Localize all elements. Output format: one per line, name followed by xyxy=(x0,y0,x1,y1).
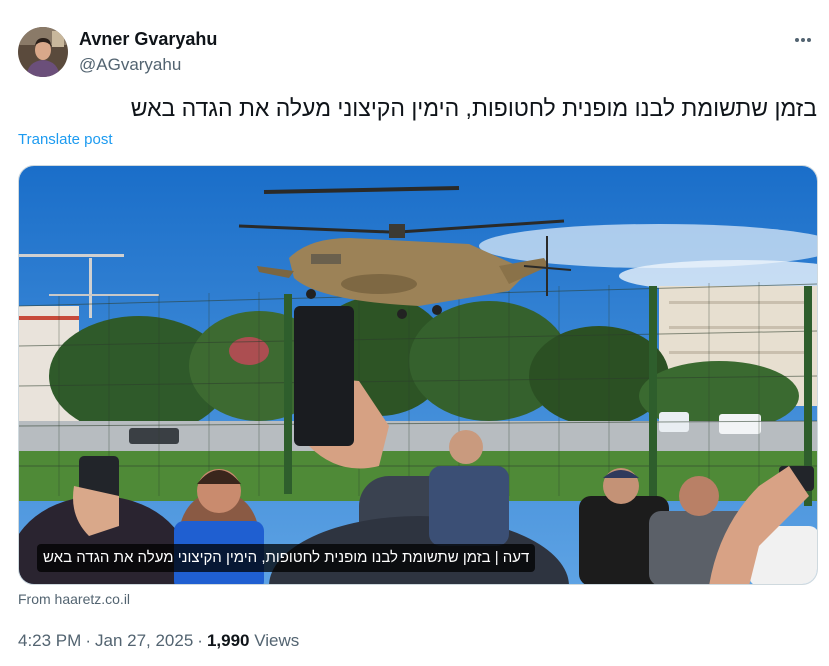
meta-separator: · xyxy=(85,631,91,650)
card-source-link[interactable]: From haaretz.co.il xyxy=(18,591,130,607)
tweet-date[interactable]: Jan 27, 2025 xyxy=(95,631,193,650)
views-count: 1,990 xyxy=(206,631,250,650)
card-caption: דעה | בזמן שתשומת לבנו מופנית לחטופות, ה… xyxy=(37,544,536,572)
link-card[interactable]: דעה | בזמן שתשומת לבנו מופנית לחטופות, ה… xyxy=(18,165,818,585)
translate-post-link[interactable]: Translate post xyxy=(18,131,113,148)
tweet-meta: 4:23 PM · Jan 27, 2025 · 1,990 Views xyxy=(18,631,299,651)
meta-separator: · xyxy=(197,631,203,650)
person-avatar-icon xyxy=(18,27,68,77)
author-name[interactable]: Avner Gvaryahu xyxy=(79,29,217,50)
tweet-text: בזמן שתשומת לבנו מופנית לחטופות, הימין ה… xyxy=(130,95,817,121)
more-horizontal-icon xyxy=(795,38,811,42)
avatar[interactable] xyxy=(18,27,68,77)
helicopter-landing-photo-icon xyxy=(19,166,817,584)
more-options-button[interactable] xyxy=(791,28,815,52)
views-label: Views xyxy=(254,631,300,650)
tweet-time[interactable]: 4:23 PM xyxy=(18,631,81,650)
author-handle[interactable]: @AGvaryahu xyxy=(79,55,181,75)
